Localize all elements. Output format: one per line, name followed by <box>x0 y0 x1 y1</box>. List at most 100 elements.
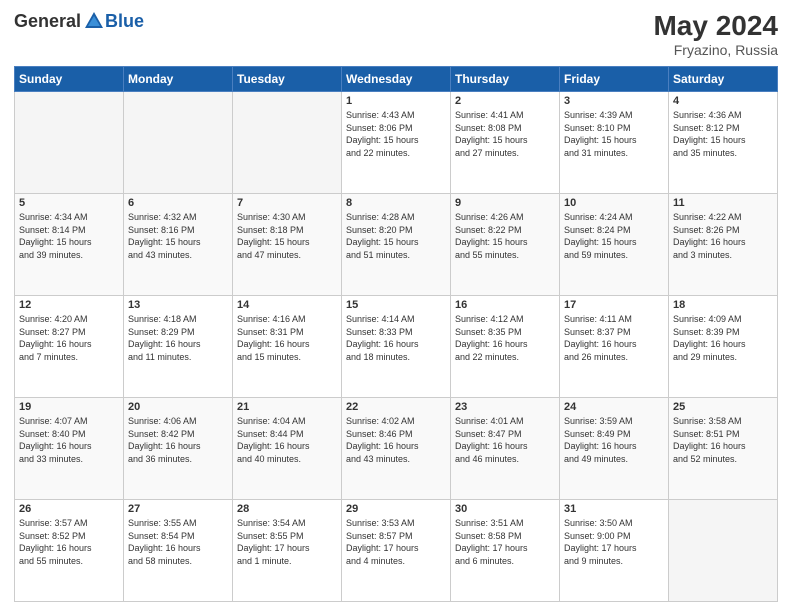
weekday-header: Saturday <box>669 67 778 92</box>
day-number: 21 <box>237 401 337 413</box>
calendar-day-cell: 2 Sunrise: 4:41 AM Sunset: 8:08 PM Daylig… <box>451 92 560 194</box>
day-info: Sunrise: 3:58 AM Sunset: 8:51 PM Dayligh… <box>673 415 773 465</box>
calendar-day-cell: 6 Sunrise: 4:32 AM Sunset: 8:16 PM Daylig… <box>124 194 233 296</box>
calendar-day-cell: 9 Sunrise: 4:26 AM Sunset: 8:22 PM Daylig… <box>451 194 560 296</box>
calendar-day-cell: 8 Sunrise: 4:28 AM Sunset: 8:20 PM Daylig… <box>342 194 451 296</box>
day-number: 31 <box>564 503 664 515</box>
calendar-day-cell: 4Sunrise: 4:36 AM Sunset: 8:12 PM Daylig… <box>669 92 778 194</box>
day-info: Sunrise: 3:51 AM Sunset: 8:58 PM Dayligh… <box>455 517 555 567</box>
weekday-header: Thursday <box>451 67 560 92</box>
day-number: 7 <box>237 197 337 209</box>
weekday-header: Sunday <box>15 67 124 92</box>
calendar-day-cell: 10Sunrise: 4:24 AM Sunset: 8:24 PM Dayli… <box>560 194 669 296</box>
calendar-day-cell: 19Sunrise: 4:07 AM Sunset: 8:40 PM Dayli… <box>15 398 124 500</box>
calendar-day-cell: 23 Sunrise: 4:01 AM Sunset: 8:47 PM Dayli… <box>451 398 560 500</box>
logo-icon <box>83 10 105 32</box>
day-number: 26 <box>19 503 119 515</box>
day-number: 13 <box>128 299 228 311</box>
day-number: 18 <box>673 299 773 311</box>
day-info: Sunrise: 4:39 AM Sunset: 8:10 PM Dayligh… <box>564 109 664 159</box>
calendar-day-cell: 20Sunrise: 4:06 AM Sunset: 8:42 PM Dayli… <box>124 398 233 500</box>
day-number: 15 <box>346 299 446 311</box>
calendar-week-row: 5 Sunrise: 4:34 AM Sunset: 8:14 PM Daylig… <box>15 194 778 296</box>
day-number: 9 <box>455 197 555 209</box>
location: Fryazino, Russia <box>653 42 778 58</box>
day-number: 4 <box>673 95 773 107</box>
day-number: 14 <box>237 299 337 311</box>
day-info: Sunrise: 4:24 AM Sunset: 8:24 PM Dayligh… <box>564 211 664 261</box>
day-info: Sunrise: 4:28 AM Sunset: 8:20 PM Dayligh… <box>346 211 446 261</box>
page: General Blue May 2024 Fryazino, Russia S… <box>0 0 792 612</box>
day-number: 30 <box>455 503 555 515</box>
calendar-week-row: 12Sunrise: 4:20 AM Sunset: 8:27 PM Dayli… <box>15 296 778 398</box>
day-info: Sunrise: 3:55 AM Sunset: 8:54 PM Dayligh… <box>128 517 228 567</box>
day-number: 25 <box>673 401 773 413</box>
day-info: Sunrise: 4:34 AM Sunset: 8:14 PM Dayligh… <box>19 211 119 261</box>
weekday-header: Monday <box>124 67 233 92</box>
day-info: Sunrise: 4:04 AM Sunset: 8:44 PM Dayligh… <box>237 415 337 465</box>
weekday-header: Tuesday <box>233 67 342 92</box>
calendar-day-cell: 21 Sunrise: 4:04 AM Sunset: 8:44 PM Dayli… <box>233 398 342 500</box>
calendar-day-cell: 13 Sunrise: 4:18 AM Sunset: 8:29 PM Dayli… <box>124 296 233 398</box>
calendar-day-cell: 14 Sunrise: 4:16 AM Sunset: 8:31 PM Dayli… <box>233 296 342 398</box>
calendar-day-cell: 27 Sunrise: 3:55 AM Sunset: 8:54 PM Dayli… <box>124 500 233 602</box>
calendar-day-cell: 17 Sunrise: 4:11 AM Sunset: 8:37 PM Dayli… <box>560 296 669 398</box>
title-area: May 2024 Fryazino, Russia <box>653 10 778 58</box>
calendar-day-cell: 31Sunrise: 3:50 AM Sunset: 9:00 PM Dayli… <box>560 500 669 602</box>
month-year: May 2024 <box>653 10 778 42</box>
header: General Blue May 2024 Fryazino, Russia <box>14 10 778 58</box>
day-number: 29 <box>346 503 446 515</box>
day-number: 20 <box>128 401 228 413</box>
calendar-day-cell: 29Sunrise: 3:53 AM Sunset: 8:57 PM Dayli… <box>342 500 451 602</box>
day-number: 5 <box>19 197 119 209</box>
day-number: 23 <box>455 401 555 413</box>
day-number: 17 <box>564 299 664 311</box>
day-info: Sunrise: 4:18 AM Sunset: 8:29 PM Dayligh… <box>128 313 228 363</box>
day-info: Sunrise: 4:11 AM Sunset: 8:37 PM Dayligh… <box>564 313 664 363</box>
calendar-day-cell: 30 Sunrise: 3:51 AM Sunset: 8:58 PM Dayli… <box>451 500 560 602</box>
calendar-header-row: SundayMondayTuesdayWednesdayThursdayFrid… <box>15 67 778 92</box>
day-info: Sunrise: 3:57 AM Sunset: 8:52 PM Dayligh… <box>19 517 119 567</box>
day-info: Sunrise: 4:30 AM Sunset: 8:18 PM Dayligh… <box>237 211 337 261</box>
day-info: Sunrise: 4:43 AM Sunset: 8:06 PM Dayligh… <box>346 109 446 159</box>
day-number: 3 <box>564 95 664 107</box>
logo-blue: Blue <box>105 11 144 32</box>
logo: General Blue <box>14 10 144 32</box>
day-number: 24 <box>564 401 664 413</box>
calendar-week-row: 19Sunrise: 4:07 AM Sunset: 8:40 PM Dayli… <box>15 398 778 500</box>
logo-general: General <box>14 11 81 32</box>
day-number: 16 <box>455 299 555 311</box>
day-number: 11 <box>673 197 773 209</box>
day-info: Sunrise: 4:20 AM Sunset: 8:27 PM Dayligh… <box>19 313 119 363</box>
calendar-day-cell: 7 Sunrise: 4:30 AM Sunset: 8:18 PM Daylig… <box>233 194 342 296</box>
calendar-day-cell: 28Sunrise: 3:54 AM Sunset: 8:55 PM Dayli… <box>233 500 342 602</box>
calendar-day-cell: 24 Sunrise: 3:59 AM Sunset: 8:49 PM Dayli… <box>560 398 669 500</box>
calendar-day-cell: 25 Sunrise: 3:58 AM Sunset: 8:51 PM Dayli… <box>669 398 778 500</box>
day-info: Sunrise: 4:32 AM Sunset: 8:16 PM Dayligh… <box>128 211 228 261</box>
calendar-week-row: 26 Sunrise: 3:57 AM Sunset: 8:52 PM Dayli… <box>15 500 778 602</box>
day-number: 19 <box>19 401 119 413</box>
day-info: Sunrise: 4:41 AM Sunset: 8:08 PM Dayligh… <box>455 109 555 159</box>
day-info: Sunrise: 3:59 AM Sunset: 8:49 PM Dayligh… <box>564 415 664 465</box>
weekday-header: Wednesday <box>342 67 451 92</box>
day-number: 2 <box>455 95 555 107</box>
calendar-day-cell: 16 Sunrise: 4:12 AM Sunset: 8:35 PM Dayli… <box>451 296 560 398</box>
day-number: 6 <box>128 197 228 209</box>
calendar-day-cell: 11 Sunrise: 4:22 AM Sunset: 8:26 PM Dayli… <box>669 194 778 296</box>
calendar-table: SundayMondayTuesdayWednesdayThursdayFrid… <box>14 66 778 602</box>
day-info: Sunrise: 4:22 AM Sunset: 8:26 PM Dayligh… <box>673 211 773 261</box>
calendar-day-cell <box>124 92 233 194</box>
day-info: Sunrise: 4:26 AM Sunset: 8:22 PM Dayligh… <box>455 211 555 261</box>
calendar-day-cell: 1Sunrise: 4:43 AM Sunset: 8:06 PM Daylig… <box>342 92 451 194</box>
calendar-day-cell: 3 Sunrise: 4:39 AM Sunset: 8:10 PM Daylig… <box>560 92 669 194</box>
calendar-day-cell: 15 Sunrise: 4:14 AM Sunset: 8:33 PM Dayli… <box>342 296 451 398</box>
day-number: 27 <box>128 503 228 515</box>
day-number: 8 <box>346 197 446 209</box>
day-number: 28 <box>237 503 337 515</box>
day-info: Sunrise: 4:16 AM Sunset: 8:31 PM Dayligh… <box>237 313 337 363</box>
day-info: Sunrise: 4:01 AM Sunset: 8:47 PM Dayligh… <box>455 415 555 465</box>
day-info: Sunrise: 4:12 AM Sunset: 8:35 PM Dayligh… <box>455 313 555 363</box>
calendar-day-cell <box>233 92 342 194</box>
calendar-day-cell <box>669 500 778 602</box>
day-info: Sunrise: 4:14 AM Sunset: 8:33 PM Dayligh… <box>346 313 446 363</box>
